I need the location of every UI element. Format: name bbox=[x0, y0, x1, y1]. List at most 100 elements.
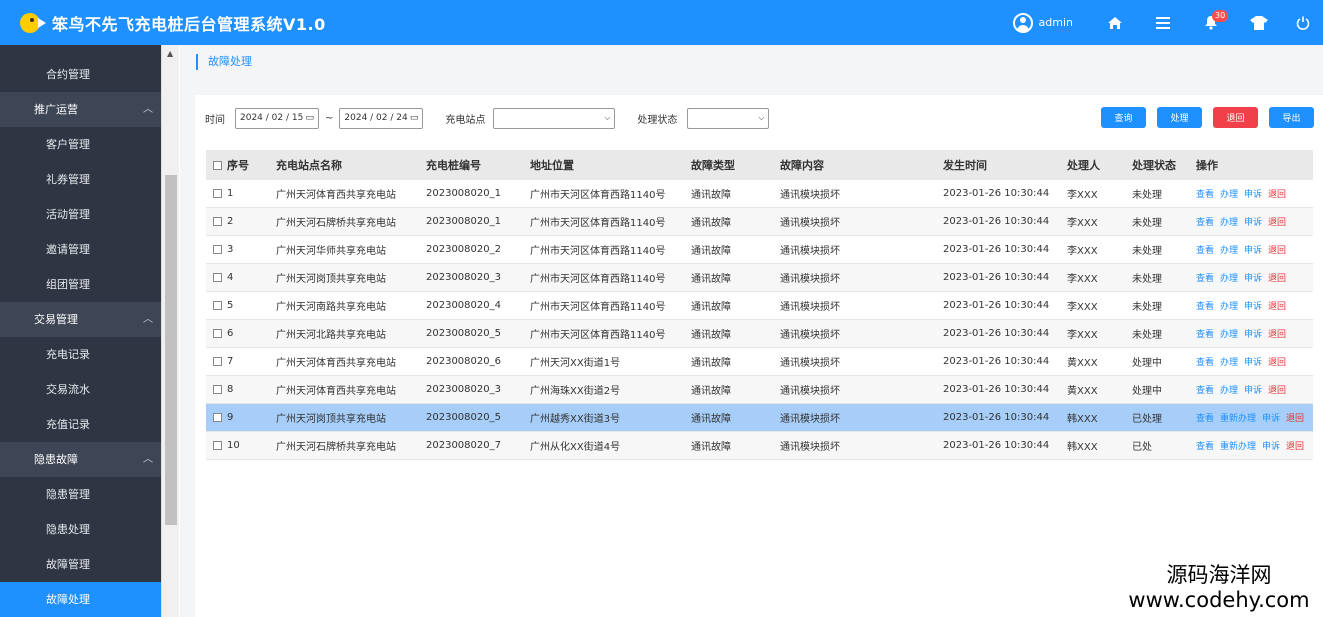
menu-icon[interactable] bbox=[1139, 0, 1187, 45]
sidebar-scrollbar[interactable]: ▲ bbox=[161, 45, 179, 617]
row-action-link[interactable]: 退回 bbox=[1268, 327, 1286, 340]
row-action-link[interactable]: 退回 bbox=[1268, 243, 1286, 256]
row-action-link[interactable]: 退回 bbox=[1286, 411, 1304, 424]
sidebar-item-charging-records[interactable]: 充电记录 bbox=[0, 337, 161, 372]
row-action-link[interactable]: 退回 bbox=[1268, 187, 1286, 200]
row-action-link[interactable]: 办理 bbox=[1220, 243, 1238, 256]
row-action-link[interactable]: 退回 bbox=[1268, 299, 1286, 312]
calendar-icon[interactable]: ▭ bbox=[410, 113, 419, 123]
sidebar-item-hazard-management[interactable]: 隐患管理 bbox=[0, 477, 161, 512]
scroll-up-arrow-icon[interactable]: ▲ bbox=[167, 49, 173, 58]
home-icon[interactable] bbox=[1091, 0, 1139, 45]
export-button[interactable]: 导出 bbox=[1269, 107, 1314, 128]
row-action-link[interactable]: 办理 bbox=[1220, 271, 1238, 284]
row-action-link[interactable]: 退回 bbox=[1268, 355, 1286, 368]
cell-pile: 2023008020_3 bbox=[426, 272, 501, 283]
sidebar-group-hazards[interactable]: 隐患故障 ︿ bbox=[0, 442, 161, 477]
return-button[interactable]: 退回 bbox=[1213, 107, 1258, 128]
row-checkbox[interactable] bbox=[213, 189, 222, 198]
row-action-link[interactable]: 查看 bbox=[1196, 187, 1214, 200]
start-date-input[interactable]: 2024 / 02 / 15 ▭ bbox=[235, 107, 319, 129]
user-menu[interactable]: admin bbox=[1012, 12, 1073, 33]
row-action-link[interactable]: 退回 bbox=[1268, 383, 1286, 396]
row-checkbox[interactable] bbox=[213, 413, 222, 422]
process-button[interactable]: 处理 bbox=[1157, 107, 1202, 128]
table-row[interactable]: 4 广州天河岗顶共享充电站 2023008020_3 广州市天河区体育西路1140号 通… bbox=[206, 264, 1313, 292]
row-action-link[interactable]: 查看 bbox=[1196, 327, 1214, 340]
sidebar-item-customers[interactable]: 客户管理 bbox=[0, 127, 161, 162]
row-action-link[interactable]: 重新办理 bbox=[1220, 439, 1256, 452]
row-checkbox[interactable] bbox=[213, 217, 222, 226]
row-action-link[interactable]: 办理 bbox=[1220, 299, 1238, 312]
table-row[interactable]: 7 广州天河体育西共享充电站 2023008020_6 广州天河XX街道1号 通讯故障 通… bbox=[206, 348, 1313, 376]
row-action-link[interactable]: 申诉 bbox=[1262, 411, 1280, 424]
sidebar-group-transactions[interactable]: 交易管理 ︿ bbox=[0, 302, 161, 337]
sidebar-item-recharge-records[interactable]: 充值记录 bbox=[0, 407, 161, 442]
station-select[interactable]: ⌵ bbox=[493, 107, 616, 129]
cell-pile: 2023008020_2 bbox=[426, 244, 501, 255]
sidebar-item-fault-management[interactable]: 故障管理 bbox=[0, 547, 161, 582]
table-row[interactable]: 10 广州天河石牌桥共享充电站 2023008020_7 广州从化XX街道4号 通讯故障… bbox=[206, 432, 1313, 460]
row-action-link[interactable]: 查看 bbox=[1196, 271, 1214, 284]
sidebar-item-contract[interactable]: 合约管理 bbox=[0, 57, 161, 92]
row-checkbox[interactable] bbox=[213, 385, 222, 394]
sidebar-item-hazard-handling[interactable]: 隐患处理 bbox=[0, 512, 161, 547]
row-action-link[interactable]: 重新办理 bbox=[1220, 411, 1256, 424]
row-action-link[interactable]: 申诉 bbox=[1244, 243, 1262, 256]
table-row[interactable]: 1 广州天河体育西共享充电站 2023008020_1 广州市天河区体育西路1140号… bbox=[206, 180, 1313, 208]
power-icon[interactable] bbox=[1283, 0, 1323, 45]
sidebar-group-promotion[interactable]: 推广运营 ︿ bbox=[0, 92, 161, 127]
row-action-link[interactable]: 查看 bbox=[1196, 299, 1214, 312]
row-action-link[interactable]: 查看 bbox=[1196, 215, 1214, 228]
row-action-link[interactable]: 申诉 bbox=[1244, 271, 1262, 284]
scrollbar-thumb[interactable] bbox=[165, 175, 177, 525]
row-checkbox[interactable] bbox=[213, 441, 222, 450]
row-action-link[interactable]: 办理 bbox=[1220, 383, 1238, 396]
header-fault-type: 故障类型 bbox=[691, 159, 735, 172]
row-action-link[interactable]: 申诉 bbox=[1244, 215, 1262, 228]
row-checkbox[interactable] bbox=[213, 357, 222, 366]
table-row[interactable]: 9 广州天河岗顶共享充电站 2023008020_5 广州越秀XX街道3号 通讯故障 通讯… bbox=[206, 404, 1313, 432]
status-select[interactable]: ⌵ bbox=[687, 107, 770, 129]
table-row[interactable]: 3 广州天河华师共享充电站 2023008020_2 广州市天河区体育西路1140号 通… bbox=[206, 236, 1313, 264]
sidebar-item-activities[interactable]: 活动管理 bbox=[0, 197, 161, 232]
table-row[interactable]: 2 广州天河石牌桥共享充电站 2023008020_1 广州市天河区体育西路1140号… bbox=[206, 208, 1313, 236]
row-action-link[interactable]: 申诉 bbox=[1244, 383, 1262, 396]
query-button[interactable]: 查询 bbox=[1101, 107, 1146, 128]
tshirt-icon[interactable] bbox=[1235, 0, 1283, 45]
row-action-link[interactable]: 退回 bbox=[1268, 215, 1286, 228]
row-checkbox[interactable] bbox=[213, 273, 222, 282]
row-action-link[interactable]: 申诉 bbox=[1244, 187, 1262, 200]
row-action-link[interactable]: 查看 bbox=[1196, 383, 1214, 396]
table-row[interactable]: 5 广州天河南路共享充电站 2023008020_4 广州市天河区体育西路1140号 通… bbox=[206, 292, 1313, 320]
calendar-icon[interactable]: ▭ bbox=[305, 113, 314, 123]
select-all-checkbox[interactable] bbox=[213, 160, 222, 170]
table-row[interactable]: 6 广州天河北路共享充电站 2023008020_5 广州市天河区体育西路1140号 通… bbox=[206, 320, 1313, 348]
row-action-link[interactable]: 申诉 bbox=[1244, 327, 1262, 340]
row-action-link[interactable]: 退回 bbox=[1268, 271, 1286, 284]
row-action-link[interactable]: 办理 bbox=[1220, 327, 1238, 340]
row-action-link[interactable]: 查看 bbox=[1196, 439, 1214, 452]
row-action-link[interactable]: 申诉 bbox=[1244, 299, 1262, 312]
end-date-input[interactable]: 2024 / 02 / 24 ▭ bbox=[339, 107, 424, 129]
row-action-link[interactable]: 申诉 bbox=[1244, 355, 1262, 368]
row-action-link[interactable]: 查看 bbox=[1196, 243, 1214, 256]
row-checkbox[interactable] bbox=[213, 301, 222, 310]
sidebar-item-invitations[interactable]: 邀请管理 bbox=[0, 232, 161, 267]
sidebar-item-coupons[interactable]: 礼券管理 bbox=[0, 162, 161, 197]
row-action-link[interactable]: 办理 bbox=[1220, 187, 1238, 200]
bell-icon[interactable]: 30 bbox=[1187, 0, 1235, 45]
row-action-link[interactable]: 办理 bbox=[1220, 215, 1238, 228]
cell-no: 10 bbox=[206, 440, 276, 451]
row-action-link[interactable]: 查看 bbox=[1196, 355, 1214, 368]
sidebar-item-groups[interactable]: 组团管理 bbox=[0, 267, 161, 302]
sidebar-item-fault-handling[interactable]: 故障处理 bbox=[0, 582, 161, 617]
sidebar-item-transaction-flow[interactable]: 交易流水 bbox=[0, 372, 161, 407]
row-action-link[interactable]: 退回 bbox=[1286, 439, 1304, 452]
row-action-link[interactable]: 办理 bbox=[1220, 355, 1238, 368]
table-row[interactable]: 8 广州天河体育西共享充电站 2023008020_3 广州海珠XX街道2号 通讯故障 通… bbox=[206, 376, 1313, 404]
row-action-link[interactable]: 查看 bbox=[1196, 411, 1214, 424]
row-checkbox[interactable] bbox=[213, 245, 222, 254]
row-checkbox[interactable] bbox=[213, 329, 222, 338]
row-action-link[interactable]: 申诉 bbox=[1262, 439, 1280, 452]
